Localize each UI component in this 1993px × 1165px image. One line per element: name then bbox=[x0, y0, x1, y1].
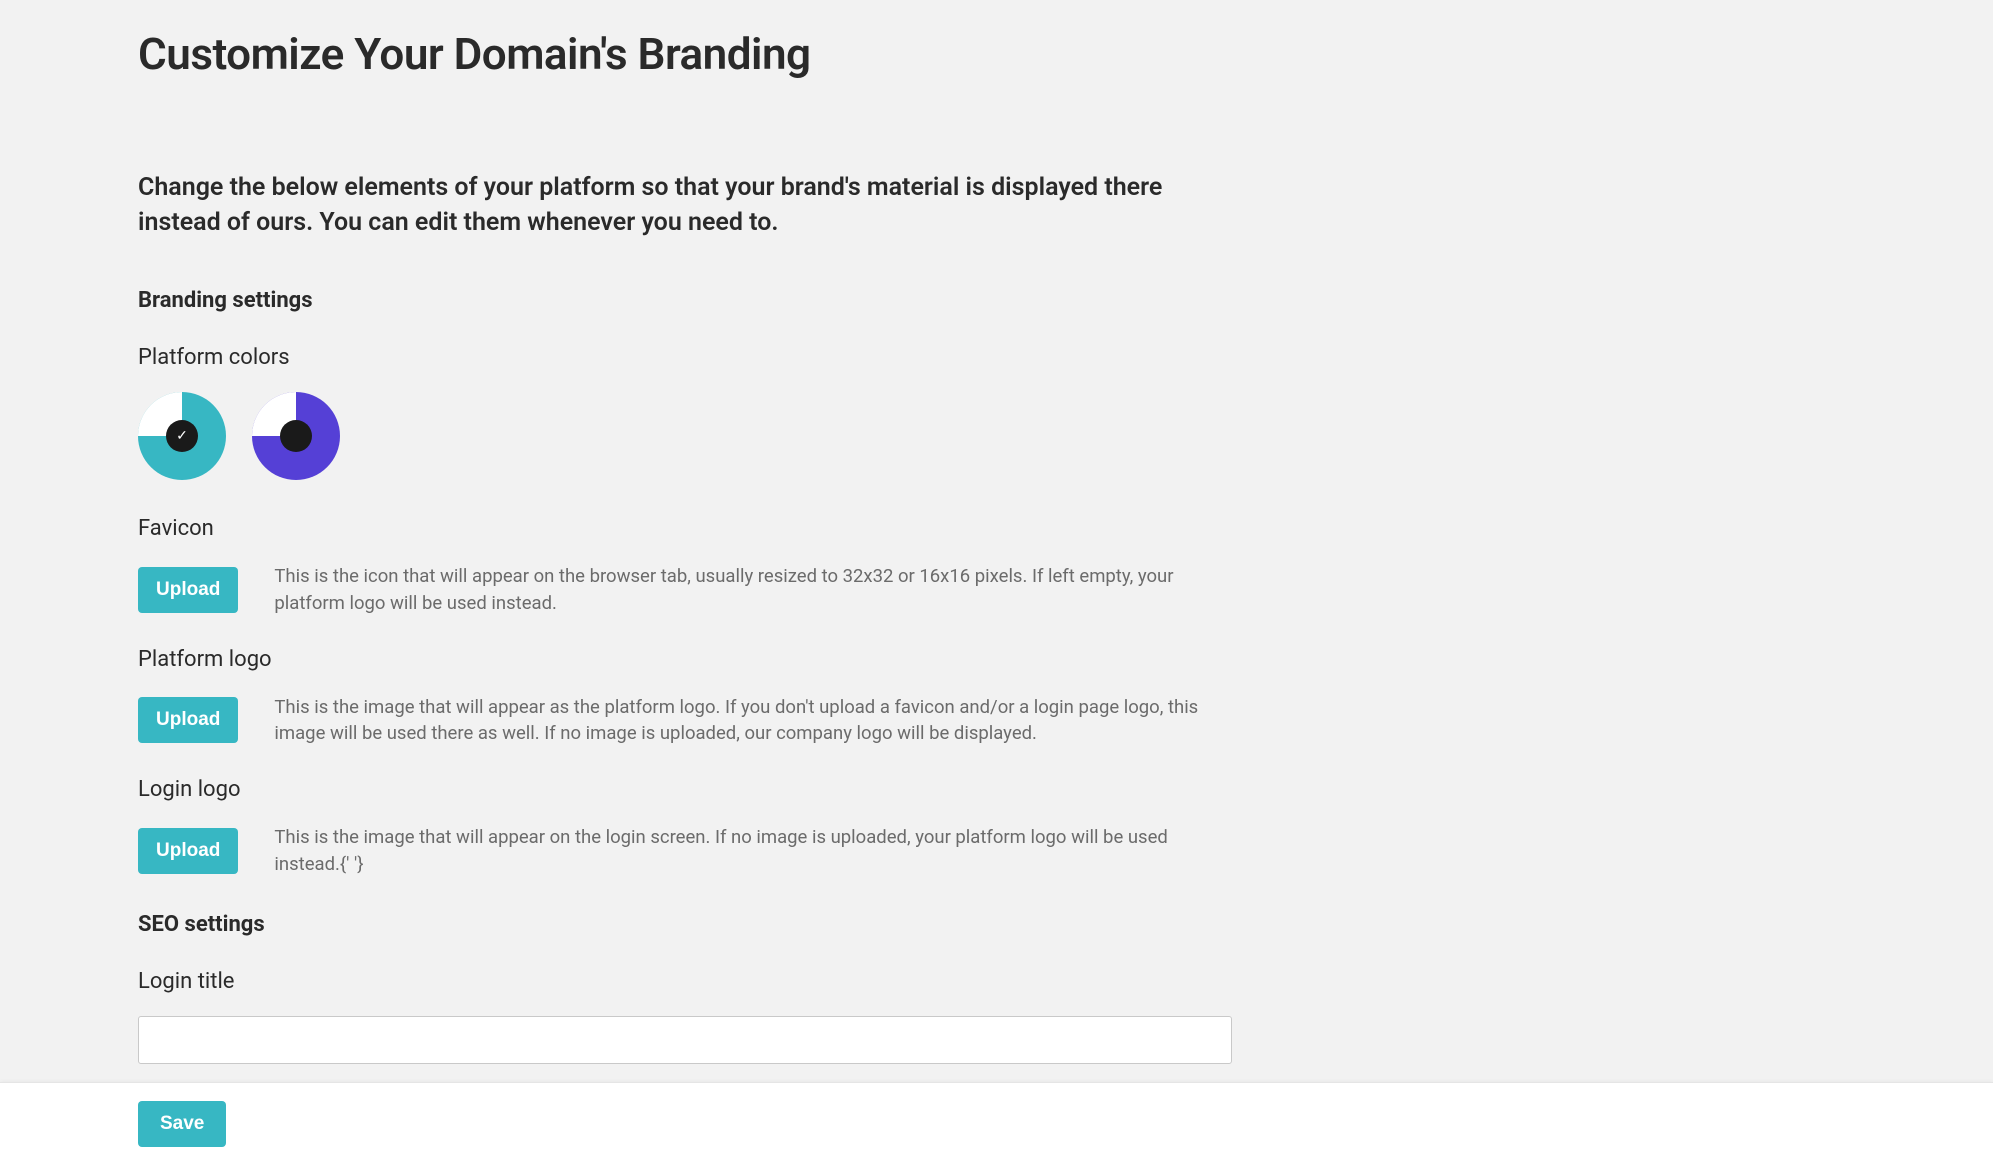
branding-heading: Branding settings bbox=[138, 288, 1400, 313]
footer-bar: Save bbox=[0, 1082, 1993, 1165]
platform-colors-label: Platform colors bbox=[138, 345, 1400, 370]
platform-logo-label: Platform logo bbox=[138, 647, 1400, 672]
login-title-block: Login title bbox=[138, 969, 1400, 1064]
platform-logo-block: Platform logo Upload This is the image t… bbox=[138, 647, 1400, 748]
checkmark-icon: ✓ bbox=[176, 429, 188, 443]
platform-logo-upload-button[interactable]: Upload bbox=[138, 697, 238, 743]
login-logo-block: Login logo Upload This is the image that… bbox=[138, 777, 1400, 878]
platform-colors-block: Platform colors ✓ bbox=[138, 345, 1400, 480]
color-swatch-teal[interactable]: ✓ bbox=[138, 392, 226, 480]
platform-logo-desc: This is the image that will appear as th… bbox=[274, 694, 1234, 748]
save-button[interactable]: Save bbox=[138, 1101, 226, 1147]
favicon-desc: This is the icon that will appear on the… bbox=[274, 563, 1234, 617]
login-logo-upload-button[interactable]: Upload bbox=[138, 828, 238, 874]
swatch-center-dot bbox=[280, 420, 312, 452]
page-title: Customize Your Domain's Branding bbox=[138, 28, 1400, 80]
login-title-input[interactable] bbox=[138, 1016, 1232, 1064]
seo-section: SEO settings Login title bbox=[138, 912, 1400, 1064]
login-title-label: Login title bbox=[138, 969, 1400, 994]
page-intro: Change the below elements of your platfo… bbox=[138, 170, 1218, 240]
favicon-block: Favicon Upload This is the icon that wil… bbox=[138, 516, 1400, 617]
swatch-center-dot: ✓ bbox=[166, 420, 198, 452]
branding-section: Branding settings Platform colors ✓ bbox=[138, 288, 1400, 878]
login-logo-label: Login logo bbox=[138, 777, 1400, 802]
favicon-upload-button[interactable]: Upload bbox=[138, 567, 238, 613]
color-swatch-purple[interactable] bbox=[252, 392, 340, 480]
color-swatches: ✓ bbox=[138, 392, 1400, 480]
login-logo-desc: This is the image that will appear on th… bbox=[274, 824, 1234, 878]
favicon-label: Favicon bbox=[138, 516, 1400, 541]
seo-heading: SEO settings bbox=[138, 912, 1400, 937]
